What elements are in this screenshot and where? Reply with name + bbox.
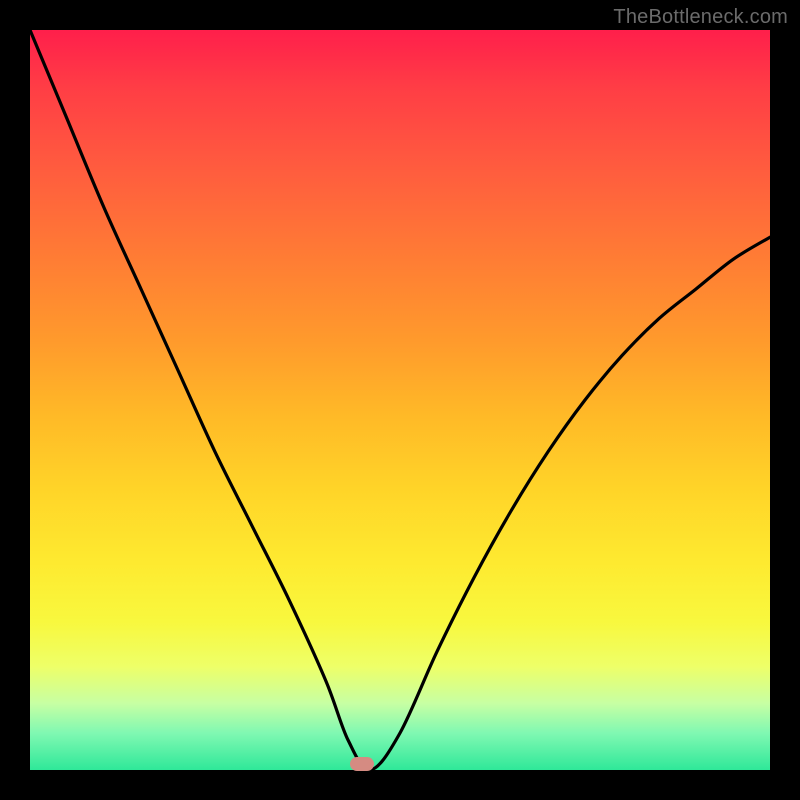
watermark-text: TheBottleneck.com — [613, 6, 788, 29]
optimal-point-marker — [350, 757, 374, 771]
curve-svg — [30, 30, 770, 770]
bottleneck-curve — [30, 30, 770, 770]
chart-frame: TheBottleneck.com — [0, 0, 800, 800]
plot-area — [30, 30, 770, 770]
